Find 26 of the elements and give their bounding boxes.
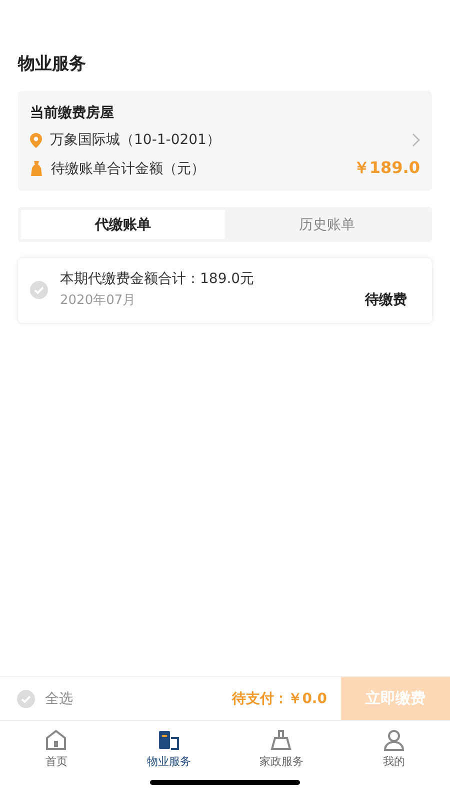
check-icon[interactable] [17, 690, 35, 708]
chevron-right-icon[interactable] [412, 133, 420, 147]
pending-amount: 待支付：￥0.0 [232, 690, 327, 708]
bill-period: 2020年07月 [60, 292, 136, 309]
bill-tab[interactable]: 代缴账单 [21, 210, 225, 239]
home-icon [45, 729, 68, 751]
nav-tab[interactable]: 物业服务 [146, 754, 191, 769]
page-title: 物业服务 [18, 53, 87, 75]
card-title: 当前缴费房屋 [30, 104, 115, 122]
select-all-label[interactable]: 全选 [45, 690, 232, 708]
house-address[interactable]: 万象国际城（10-1-0201） [50, 131, 404, 149]
broom-icon [269, 729, 294, 751]
bill-status: 待缴费 [365, 291, 407, 309]
user-icon [382, 729, 405, 751]
bill-card[interactable]: 本期代缴费金额合计：189.0元 2020年07月 待缴费 [18, 258, 432, 323]
bill-tab[interactable]: 历史账单 [225, 210, 429, 239]
location-pin-icon [30, 132, 42, 148]
check-icon[interactable] [30, 280, 48, 298]
building-icon [156, 729, 181, 751]
nav-tab[interactable]: 家政服务 [259, 754, 304, 769]
nav-tab[interactable]: 首页 [45, 754, 68, 769]
bill-title: 本期代缴费金额合计：189.0元 [60, 270, 256, 288]
money-bag-icon [30, 161, 43, 176]
total-amount: ￥189.0 [353, 158, 420, 179]
nav-tab[interactable]: 我的 [382, 754, 405, 769]
total-label: 待缴账单合计金额（元） [51, 160, 206, 178]
